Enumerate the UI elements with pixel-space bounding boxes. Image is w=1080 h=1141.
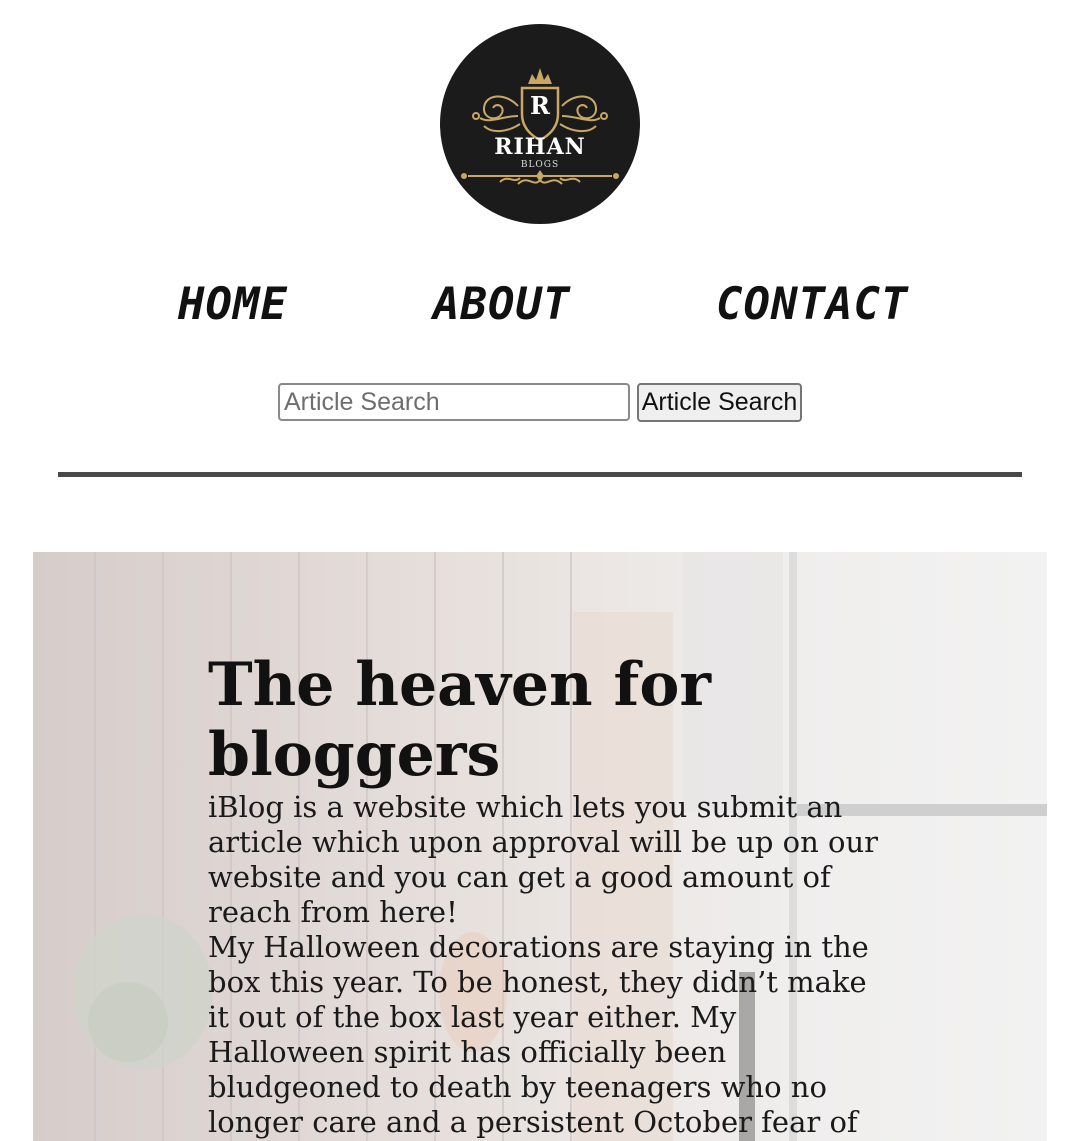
nav-contact-link[interactable]: CONTACT [716,276,908,334]
article-search-button[interactable]: Article Search [637,383,802,422]
hero-title: The heaven for bloggers [208,650,711,790]
logo-name: RIHAN [494,134,586,160]
logo-letter: R [530,91,551,120]
hero-section: The heaven for bloggers iBlog is a websi… [33,552,1047,1141]
nav-about-link[interactable]: ABOUT [433,276,570,334]
hero-paragraph: My Halloween decorations are staying in … [208,930,869,1139]
hero-content: The heaven for bloggers iBlog is a websi… [208,650,888,1140]
nav-home-link[interactable]: HOME [178,276,288,334]
header-divider [58,472,1022,477]
logo-tagline: BLOGS [521,160,559,170]
article-search-input[interactable] [278,383,630,421]
crest-emblem-icon: R RIHAN BLOGS [461,68,619,185]
hero-paragraph: iBlog is a website which lets you submit… [208,790,879,929]
site-logo[interactable]: R RIHAN BLOGS [440,24,640,224]
